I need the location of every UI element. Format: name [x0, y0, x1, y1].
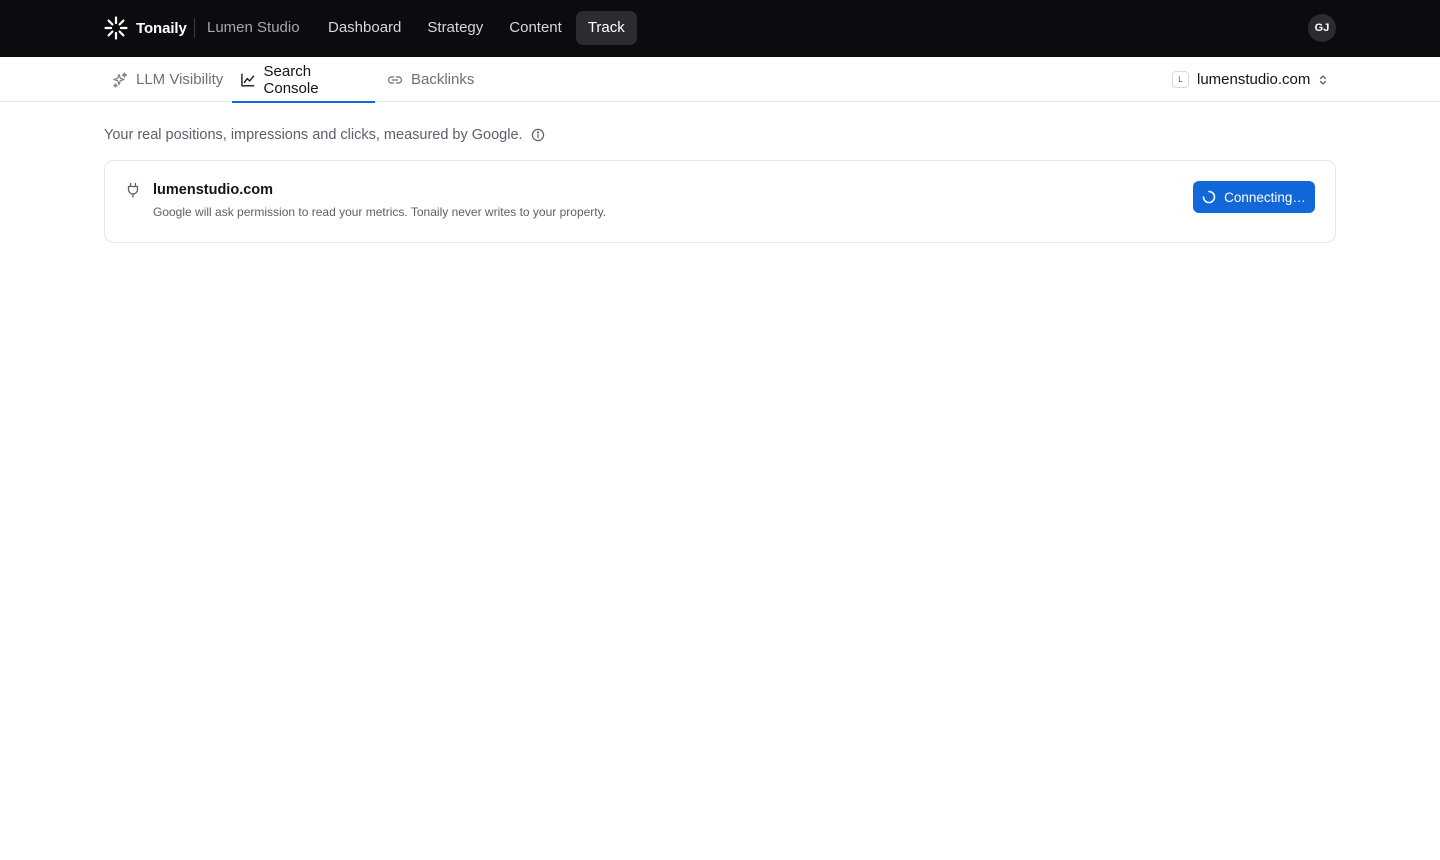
site-name: lumenstudio.com	[1197, 71, 1311, 88]
card-title: lumenstudio.com	[153, 182, 274, 198]
card-description: Google will ask permission to read your …	[153, 205, 607, 219]
connect-button-label: Connecting…	[1224, 189, 1306, 205]
divider	[194, 18, 195, 38]
spinner-icon	[1202, 190, 1216, 204]
plug-icon	[127, 182, 139, 198]
nav-track[interactable]: Track	[575, 11, 637, 45]
workspace-name[interactable]: Lumen Studio	[207, 18, 300, 38]
brand-name: Tonaily	[136, 19, 187, 37]
nav-content[interactable]: Content	[497, 11, 574, 45]
line-chart-icon	[241, 73, 255, 86]
nav-dashboard[interactable]: Dashboard	[316, 11, 413, 45]
page-intro: Your real positions, impressions and cli…	[104, 126, 545, 144]
site-favicon: L	[1172, 71, 1189, 88]
main-nav: Dashboard Strategy Content Track	[316, 11, 639, 45]
user-avatar[interactable]: GJ	[1308, 14, 1336, 42]
chevron-up-down-icon	[1320, 74, 1327, 85]
top-bar: Tonaily Lumen Studio Dashboard Strategy …	[0, 0, 1440, 57]
tab-llm-visibility[interactable]: LLM Visibility	[104, 57, 231, 102]
sub-nav: LLM Visibility Search Console Backlinks …	[0, 57, 1440, 103]
tab-backlinks[interactable]: Backlinks	[379, 57, 482, 102]
tonaily-logo-icon	[104, 16, 128, 40]
connection-card: lumenstudio.com Google will ask permissi…	[104, 160, 1336, 243]
brand[interactable]: Tonaily	[104, 16, 187, 40]
nav-strategy[interactable]: Strategy	[415, 11, 495, 45]
tab-label: LLM Visibility	[136, 71, 224, 88]
link-icon	[387, 75, 403, 84]
site-selector[interactable]: L lumenstudio.com	[1172, 69, 1330, 90]
tab-search-console[interactable]: Search Console	[232, 57, 375, 103]
intro-text: Your real positions, impressions and cli…	[104, 127, 523, 143]
tab-label: Search Console	[263, 62, 319, 97]
connect-button[interactable]: Connecting…	[1193, 181, 1315, 213]
tab-label: Backlinks	[411, 71, 475, 88]
sparkles-icon	[113, 71, 128, 88]
info-icon[interactable]	[531, 128, 545, 142]
active-tab-indicator	[232, 101, 375, 103]
